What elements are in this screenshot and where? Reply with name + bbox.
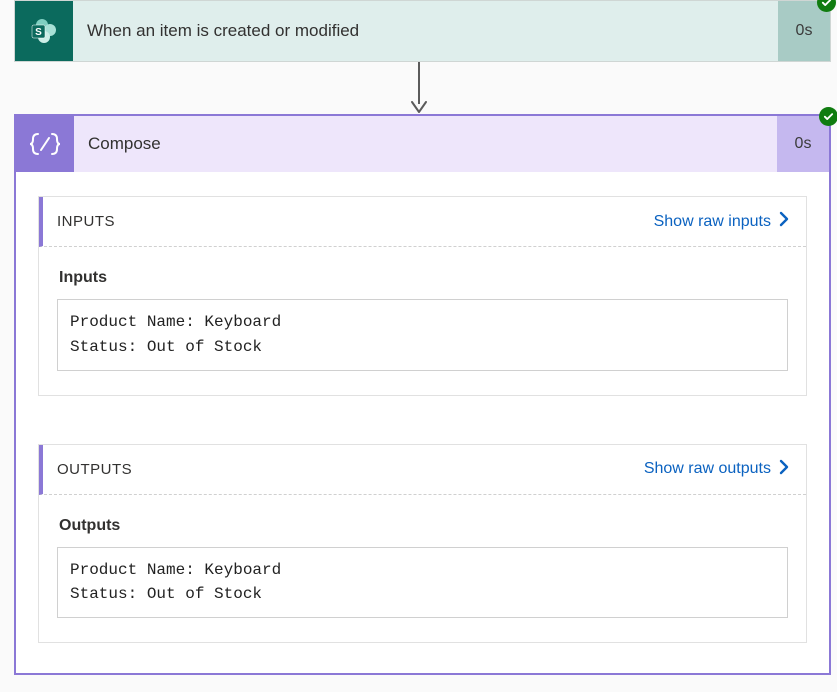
chevron-right-icon <box>779 459 790 480</box>
show-raw-outputs-link[interactable]: Show raw outputs <box>644 459 790 480</box>
show-raw-outputs-label: Show raw outputs <box>644 460 771 478</box>
flow-connector-arrow <box>6 62 831 114</box>
show-raw-inputs-link[interactable]: Show raw inputs <box>654 211 790 232</box>
compose-card[interactable]: Compose 0s INPUTS Show raw inputs Inputs <box>14 114 831 675</box>
compose-title: Compose <box>74 116 777 172</box>
sharepoint-icon: S <box>15 1 73 61</box>
outputs-panel: OUTPUTS Show raw outputs Outputs Product… <box>38 444 807 644</box>
trigger-card[interactable]: S When an item is created or modified 0s <box>14 0 831 62</box>
show-raw-inputs-label: Show raw inputs <box>654 213 771 231</box>
trigger-title: When an item is created or modified <box>73 1 778 61</box>
success-check-icon <box>819 107 837 126</box>
outputs-sub-label: Outputs <box>59 517 788 535</box>
compose-header[interactable]: Compose 0s <box>16 116 829 172</box>
inputs-sub-label: Inputs <box>59 269 788 287</box>
inputs-section-label: INPUTS <box>57 213 115 230</box>
compose-duration: 0s <box>777 116 829 172</box>
outputs-section-label: OUTPUTS <box>57 461 132 478</box>
outputs-value: Product Name: Keyboard Status: Out of St… <box>57 547 788 619</box>
inputs-panel: INPUTS Show raw inputs Inputs Product Na… <box>38 196 807 396</box>
chevron-right-icon <box>779 211 790 232</box>
svg-text:S: S <box>35 27 42 38</box>
inputs-value: Product Name: Keyboard Status: Out of St… <box>57 299 788 371</box>
data-operation-icon <box>16 116 74 172</box>
